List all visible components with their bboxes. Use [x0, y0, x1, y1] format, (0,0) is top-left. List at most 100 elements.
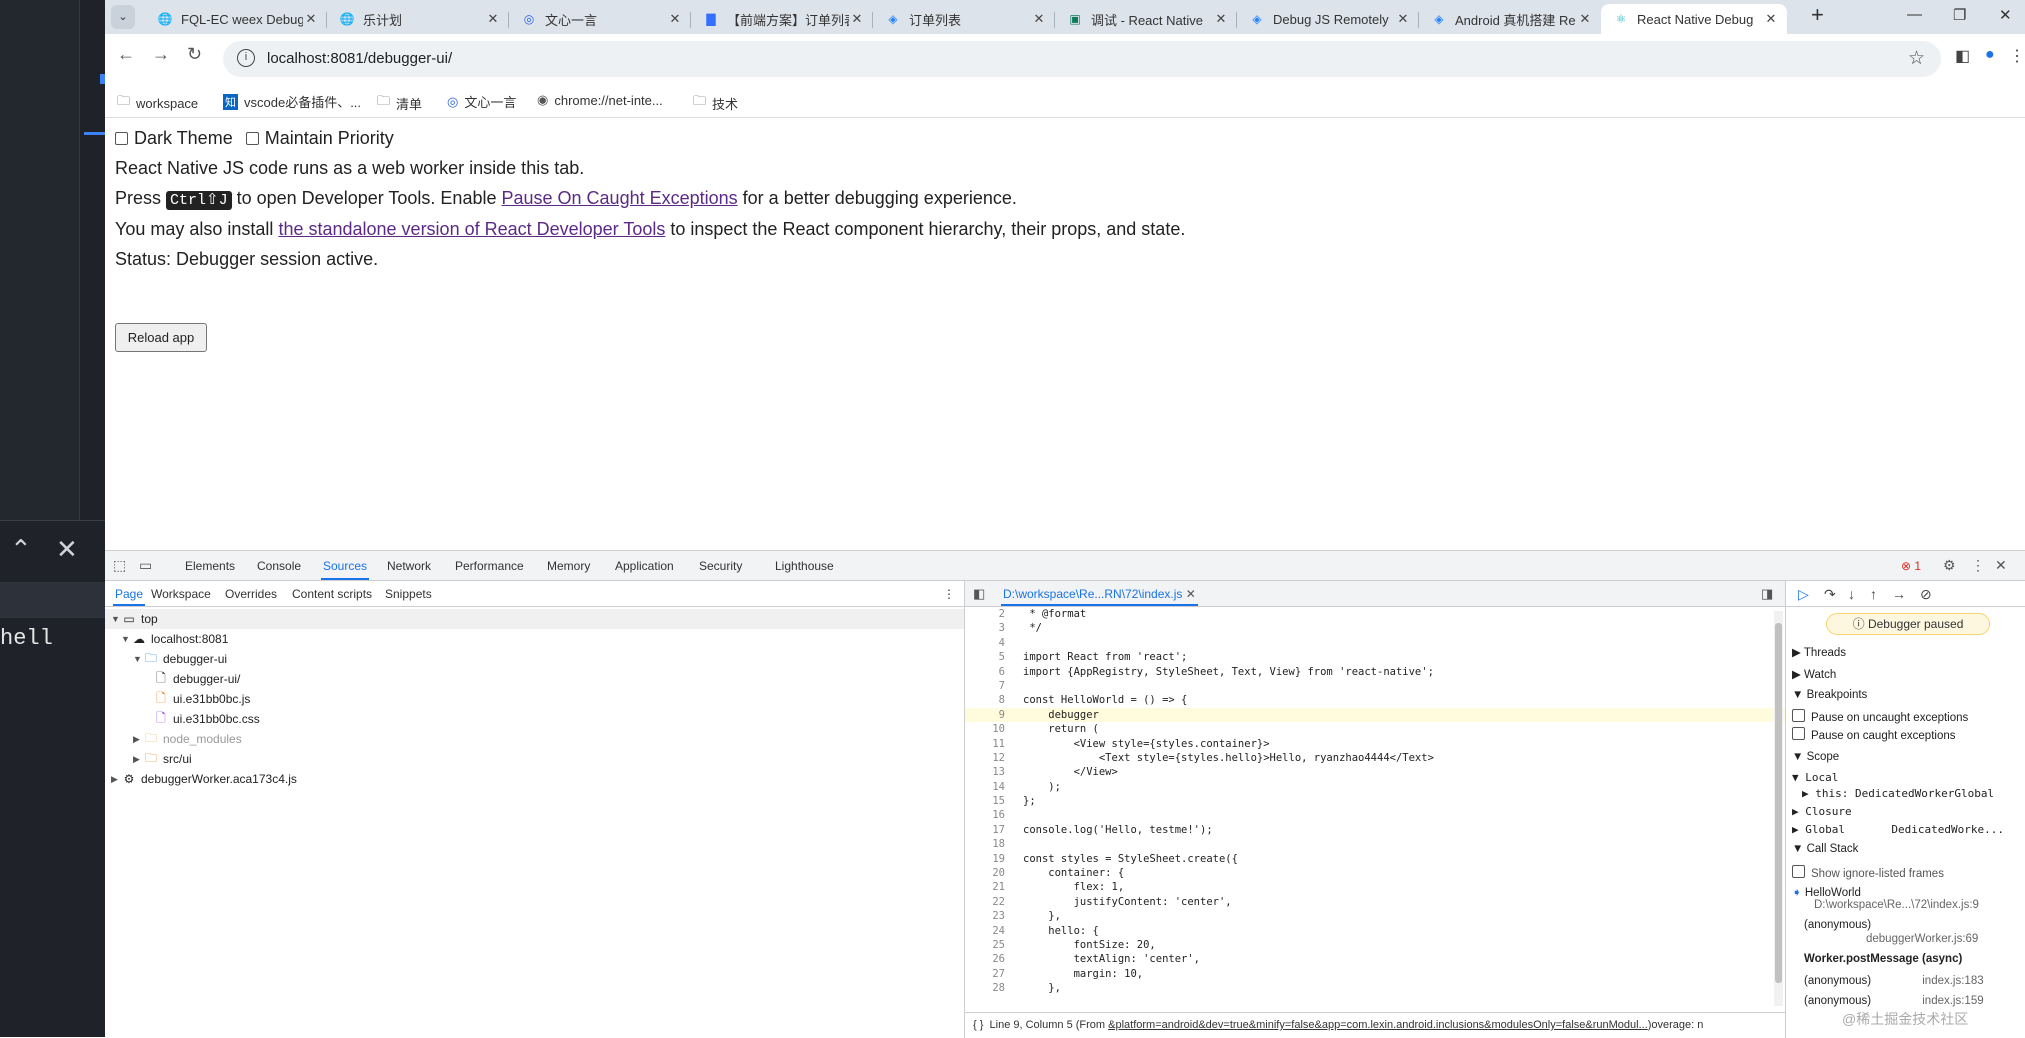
line-number[interactable]: 27	[965, 967, 1023, 981]
line-number[interactable]: 3	[965, 621, 1023, 635]
line-number[interactable]: 22	[965, 895, 1023, 909]
code-line[interactable]: 28 },	[965, 981, 1785, 995]
tree-item-file[interactable]: 🗋 ui.e31bb0bc.js	[153, 689, 250, 709]
tab-memory[interactable]: Memory	[547, 559, 590, 573]
nav-tab-workspace[interactable]: Workspace	[151, 587, 211, 601]
nav-tab-snippets[interactable]: Snippets	[385, 587, 432, 601]
source-map-link[interactable]: &platform=android&dev=true&minify=false&…	[1108, 1019, 1648, 1031]
section-threads[interactable]: ▶ Threads	[1792, 645, 1846, 659]
close-tab-icon[interactable]: ✕	[1395, 11, 1411, 27]
line-number[interactable]: 19	[965, 852, 1023, 866]
tab-elements[interactable]: Elements	[185, 559, 235, 573]
nav-tab-overrides[interactable]: Overrides	[225, 587, 277, 601]
call-frame[interactable]: (anonymous) index.js:159	[1804, 995, 1984, 1007]
minimize-icon[interactable]: —	[1907, 6, 1922, 23]
menu-kebab-icon[interactable]: ⋮	[2009, 46, 2025, 66]
code-line[interactable]: 25 fontSize: 20,	[965, 938, 1785, 952]
reload-icon[interactable]: ↻	[187, 44, 202, 65]
code-line[interactable]: 15};	[965, 794, 1785, 808]
address-bar[interactable]: i localhost:8081/debugger-ui/ ☆	[223, 41, 1941, 77]
browser-tab[interactable]: ◈ 订单列表 ✕	[873, 4, 1055, 34]
line-number[interactable]: 10	[965, 722, 1023, 736]
tree-item-folder[interactable]: ▼ 🗀 debugger-ui	[133, 649, 227, 669]
line-number[interactable]: 5	[965, 650, 1023, 664]
reload-app-button[interactable]: Reload app	[115, 323, 207, 352]
close-tab-icon[interactable]: ✕	[485, 11, 501, 27]
toggle-navigator-icon[interactable]: ◧	[973, 586, 985, 602]
line-number[interactable]: 7	[965, 679, 1023, 693]
chevron-up-icon[interactable]: ⌃	[10, 536, 32, 562]
code-line[interactable]: 3 */	[965, 621, 1785, 635]
tab-sources[interactable]: Sources	[320, 559, 370, 580]
scope-closure[interactable]: ▶ Closure	[1792, 805, 1852, 818]
close-tab-icon[interactable]: ✕	[1031, 11, 1047, 27]
line-number[interactable]: 16	[965, 808, 1023, 822]
more-tabs-icon[interactable]: ⋮	[943, 587, 955, 601]
close-tab-icon[interactable]: ✕	[849, 11, 865, 27]
browser-tab[interactable]: ◈ Debug JS Remotely ✕	[1237, 4, 1419, 34]
code-line[interactable]: 23 },	[965, 909, 1785, 923]
close-tab-icon[interactable]: ✕	[303, 11, 319, 27]
deactivate-breakpoints-icon[interactable]: ⊘	[1920, 586, 1932, 603]
step-into-icon[interactable]: ↓	[1848, 586, 1855, 602]
react-devtools-link[interactable]: the standalone version of React Develope…	[278, 219, 665, 239]
code-line[interactable]: 5 import React from 'react';	[965, 650, 1785, 664]
step-over-icon[interactable]: ↷	[1824, 586, 1836, 603]
code-view[interactable]: 2 * @format 3 */4 5 import React from 'reac…	[965, 607, 1785, 1012]
browser-tab[interactable]: ◈ Android 真机搭建 Re ✕	[1419, 4, 1601, 34]
code-line[interactable]: 12 <Text style={styles.hello}>Hello, rya…	[965, 751, 1785, 765]
bookmark-item[interactable]: 🗀 清单	[377, 92, 422, 114]
close-tab-icon[interactable]: ✕	[1763, 11, 1779, 27]
close-tab-icon[interactable]: ✕	[1577, 11, 1593, 27]
browser-tab[interactable]: ◎ 文心一言 ✕	[509, 4, 691, 34]
scope-global[interactable]: ▶ Global DedicatedWorke...	[1792, 823, 2004, 836]
line-number[interactable]: 8	[965, 693, 1023, 707]
format-icon[interactable]: { }	[973, 1019, 983, 1031]
line-number[interactable]: 15	[965, 794, 1023, 808]
show-ignore-listed-checkbox[interactable]	[1792, 865, 1805, 878]
code-line[interactable]: 14 );	[965, 780, 1785, 794]
code-line[interactable]: 7	[965, 679, 1785, 693]
code-line[interactable]: 16	[965, 808, 1785, 822]
maintain-priority-checkbox[interactable]	[245, 132, 259, 145]
bookmark-item[interactable]: ◉ chrome://net-inte...	[537, 92, 663, 108]
pause-caught-checkbox[interactable]	[1792, 727, 1805, 740]
error-counter[interactable]: ⊗ 1	[1901, 559, 1921, 573]
line-number[interactable]: 6	[965, 665, 1023, 679]
restore-icon[interactable]: ❐	[1953, 6, 1966, 24]
pause-on-caught-link[interactable]: Pause On Caught Exceptions	[502, 188, 738, 208]
tab-security[interactable]: Security	[699, 559, 742, 573]
code-line[interactable]: 8 const HelloWorld = () => {	[965, 693, 1785, 707]
line-number[interactable]: 4	[965, 636, 1023, 650]
close-file-icon[interactable]: ✕	[1186, 587, 1196, 601]
new-tab-button[interactable]: +	[1811, 2, 1824, 28]
nav-tab-page[interactable]: Page	[112, 587, 146, 606]
code-line[interactable]: 10 return (	[965, 722, 1785, 736]
pause-caught-option[interactable]: Pause on caught exceptions	[1792, 727, 1956, 742]
tab-network[interactable]: Network	[387, 559, 431, 573]
line-number[interactable]: 28	[965, 981, 1023, 995]
more-options-icon[interactable]: ⋮	[1971, 557, 1985, 574]
pause-uncaught-checkbox[interactable]	[1792, 709, 1805, 722]
frame-location[interactable]: index.js:159	[1922, 995, 1983, 1007]
code-line[interactable]: 21 flex: 1,	[965, 880, 1785, 894]
call-frame-active[interactable]: ➧ HelloWorld	[1792, 885, 1861, 899]
code-line[interactable]: 18	[965, 837, 1785, 851]
section-watch[interactable]: ▶ Watch	[1792, 667, 1836, 681]
code-line[interactable]: 19 const styles = StyleSheet.create({	[965, 852, 1785, 866]
line-number[interactable]: 24	[965, 924, 1023, 938]
close-tab-icon[interactable]: ✕	[1213, 11, 1229, 27]
tab-search-button[interactable]: ⌄	[111, 5, 135, 29]
bookmark-item[interactable]: 知 vscode必备插件、...	[223, 92, 361, 111]
step-icon[interactable]: →	[1892, 586, 1906, 602]
code-line[interactable]: 22 justifyContent: 'center',	[965, 895, 1785, 909]
code-scrollbar[interactable]	[1774, 611, 1783, 1006]
device-toolbar-icon[interactable]: ▭	[139, 557, 152, 574]
show-ignore-listed-option[interactable]: Show ignore-listed frames	[1792, 865, 1944, 880]
section-breakpoints[interactable]: ▼ Breakpoints	[1792, 689, 1867, 701]
settings-gear-icon[interactable]: ⚙	[1943, 557, 1956, 574]
bookmark-star-icon[interactable]: ☆	[1908, 47, 1925, 70]
frame-location[interactable]: debuggerWorker.js:69	[1866, 933, 1978, 945]
toggle-debugger-icon[interactable]: ◨	[1761, 586, 1773, 602]
code-line[interactable]: 20 container: {	[965, 866, 1785, 880]
